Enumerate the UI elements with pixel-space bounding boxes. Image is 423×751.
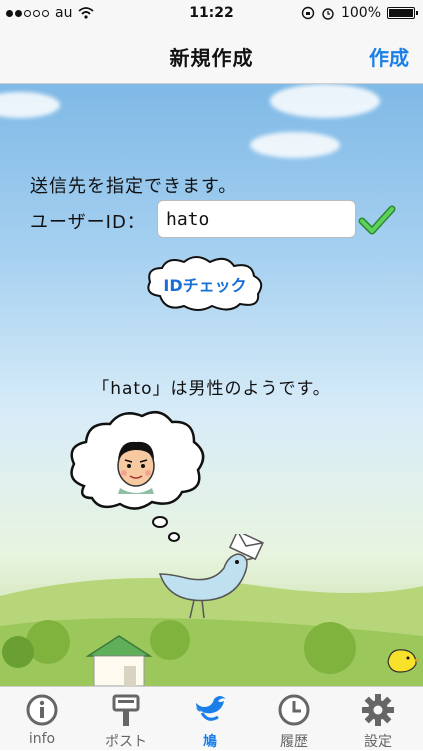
tab-bar: info ポスト 鳩 履歴 設定 bbox=[0, 686, 423, 750]
gear-icon bbox=[362, 694, 394, 726]
id-check-button[interactable]: IDチェック bbox=[140, 254, 270, 314]
tab-post[interactable]: ポスト bbox=[86, 691, 166, 750]
create-button[interactable]: 作成 bbox=[369, 42, 409, 71]
hint-text: 送信先を指定できます。 bbox=[30, 176, 238, 197]
tab-post-label: ポスト bbox=[105, 734, 147, 750]
tab-pigeon-label: 鳩 bbox=[203, 734, 217, 750]
compose-area: 送信先を指定できます。 ユーザーID： IDチェック 「hato」は男性のようで… bbox=[0, 84, 423, 686]
thought-bubble bbox=[70, 410, 205, 542]
mailbox-icon bbox=[112, 694, 140, 726]
navigation-bar: 新規作成 作成 bbox=[0, 28, 423, 84]
sky-cloud bbox=[270, 84, 380, 118]
bird-icon bbox=[196, 696, 226, 721]
battery-icon bbox=[387, 7, 418, 19]
yellow-bird-illustration bbox=[387, 649, 420, 673]
battery-percent: 100% bbox=[340, 5, 381, 21]
tab-info[interactable]: info bbox=[2, 691, 82, 747]
result-text: 「hato」は男性のようです。 bbox=[92, 379, 331, 399]
tab-history-label: 履歴 bbox=[280, 734, 308, 750]
id-check-label: IDチェック bbox=[163, 276, 247, 295]
tab-history[interactable]: 履歴 bbox=[254, 691, 334, 750]
sky-cloud bbox=[0, 92, 60, 118]
tab-info-label: info bbox=[28, 731, 56, 747]
clock-icon bbox=[278, 694, 310, 726]
checkmark-icon bbox=[358, 205, 396, 235]
pigeon-illustration bbox=[158, 534, 264, 619]
info-icon bbox=[26, 694, 58, 726]
tab-settings[interactable]: 設定 bbox=[338, 691, 418, 750]
rotation-lock-icon bbox=[301, 6, 315, 20]
user-id-label: ユーザーID： bbox=[30, 212, 146, 233]
status-bar: au 11:22 100% bbox=[0, 0, 423, 28]
user-id-input[interactable] bbox=[157, 200, 356, 238]
sky-cloud bbox=[250, 132, 340, 158]
page-title: 新規作成 bbox=[169, 46, 254, 70]
house-illustration bbox=[85, 635, 153, 686]
tab-pigeon[interactable]: 鳩 bbox=[170, 691, 250, 750]
alarm-icon bbox=[322, 8, 334, 20]
tab-settings-label: 設定 bbox=[364, 734, 392, 750]
